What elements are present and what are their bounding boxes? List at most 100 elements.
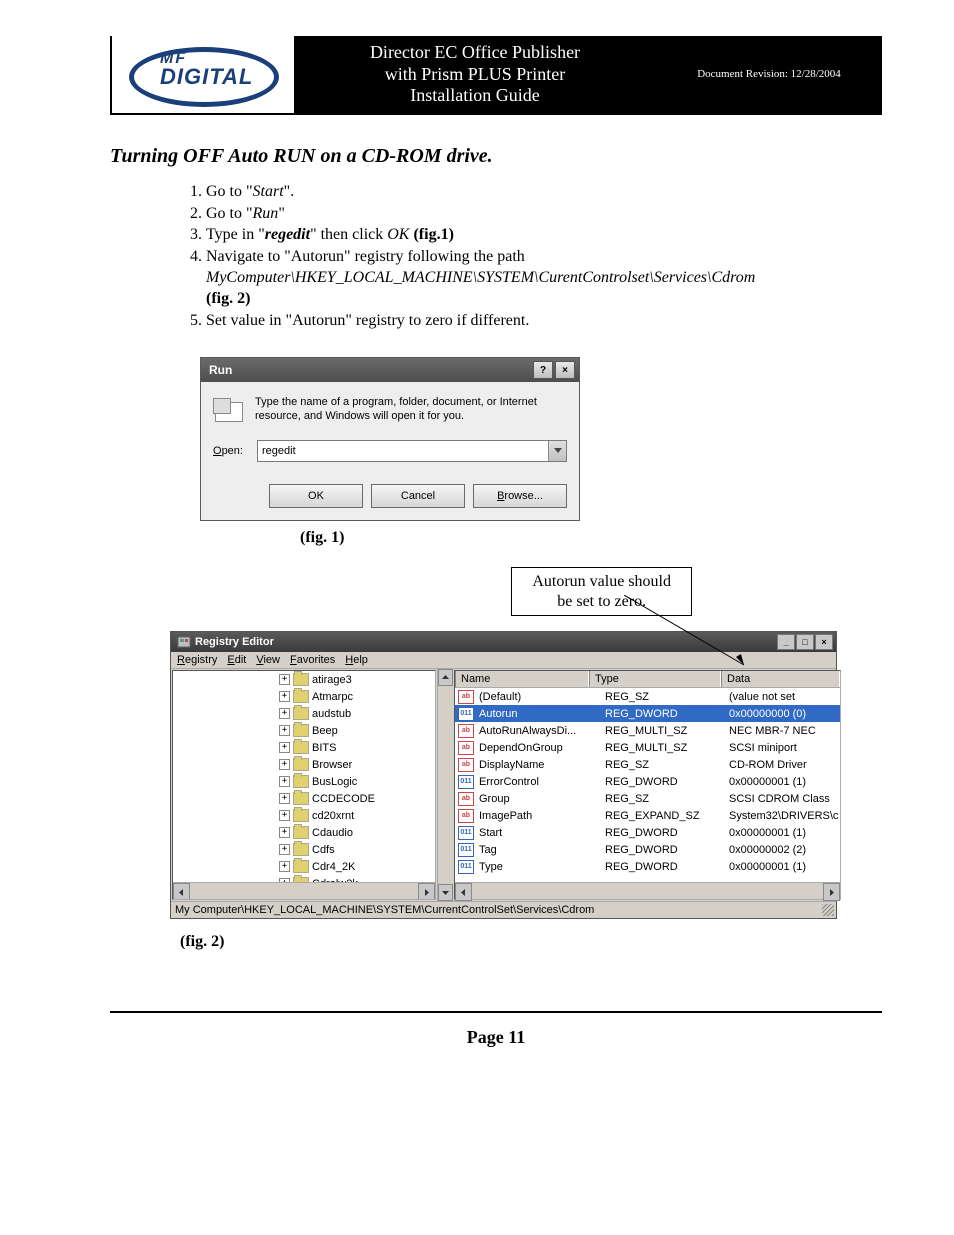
folder-icon	[293, 860, 309, 873]
value-row[interactable]: abGroupREG_SZSCSI CDROM Class	[455, 790, 840, 807]
value-row[interactable]: 011TagREG_DWORD0x00000002 (2)	[455, 841, 840, 858]
expand-icon[interactable]: +	[279, 674, 290, 685]
tree-item[interactable]: +Browser	[173, 756, 435, 773]
vertical-scrollbar[interactable]	[437, 669, 453, 901]
tree-item[interactable]: +BusLogic	[173, 773, 435, 790]
close-icon[interactable]: ×	[555, 361, 575, 379]
menu-edit[interactable]: Edit	[227, 654, 246, 666]
scroll-down-icon[interactable]	[438, 884, 453, 901]
expand-icon[interactable]: +	[279, 742, 290, 753]
cancel-button[interactable]: Cancel	[371, 484, 465, 508]
resize-grip-icon[interactable]	[822, 904, 834, 916]
close-icon[interactable]: ×	[815, 634, 833, 650]
tree-item[interactable]: +cd20xrnt	[173, 807, 435, 824]
expand-icon[interactable]: +	[279, 725, 290, 736]
tree-item[interactable]: +Cdralw2k	[173, 875, 435, 882]
menu-view[interactable]: View	[256, 654, 280, 666]
value-row[interactable]: 011AutorunREG_DWORD0x00000000 (0)	[455, 705, 840, 722]
tree-item[interactable]: +Beep	[173, 722, 435, 739]
string-value-icon: ab	[458, 809, 474, 823]
string-value-icon: ab	[458, 741, 474, 755]
help-icon[interactable]: ?	[533, 361, 553, 379]
tree-item[interactable]: + BITS	[173, 739, 435, 756]
expand-icon[interactable]: +	[279, 691, 290, 702]
tree-item[interactable]: +atirage3	[173, 671, 435, 688]
menu-help[interactable]: Help	[345, 654, 368, 666]
status-path: My Computer\HKEY_LOCAL_MACHINE\SYSTEM\Cu…	[175, 904, 594, 916]
header-title: Director EC Office Publisher with Prism …	[294, 36, 656, 113]
value-data: 0x00000001 (1)	[727, 776, 840, 788]
open-combobox[interactable]	[257, 440, 567, 462]
scroll-up-icon[interactable]	[438, 669, 453, 686]
tree-item[interactable]: +CCDECODE	[173, 790, 435, 807]
expand-icon[interactable]: +	[279, 793, 290, 804]
folder-icon	[293, 690, 309, 703]
section-title: Turning OFF Auto RUN on a CD-ROM drive.	[110, 145, 882, 168]
binary-value-icon: 011	[458, 775, 474, 789]
menu-favorites[interactable]: Favorites	[290, 654, 335, 666]
value-type: REG_SZ	[603, 793, 727, 805]
value-name: AutoRunAlwaysDi...	[477, 725, 603, 737]
expand-icon[interactable]: +	[279, 708, 290, 719]
scroll-right-icon[interactable]	[823, 883, 840, 901]
value-row[interactable]: abDependOnGroupREG_MULTI_SZSCSI miniport	[455, 739, 840, 756]
horizontal-scrollbar[interactable]	[173, 882, 435, 899]
ok-button[interactable]: OK	[269, 484, 363, 508]
col-header-name[interactable]: Name	[455, 671, 589, 687]
value-row[interactable]: ab(Default)REG_SZ(value not set	[455, 688, 840, 705]
tree-item-label: BITS	[312, 742, 336, 754]
step-2: Go to "Run"	[206, 204, 882, 225]
expand-icon[interactable]: +	[279, 844, 290, 855]
string-value-icon: ab	[458, 792, 474, 806]
value-type: REG_SZ	[603, 691, 727, 703]
expand-icon[interactable]: +	[279, 861, 290, 872]
open-input[interactable]	[258, 441, 548, 461]
value-name: Start	[477, 827, 603, 839]
expand-icon[interactable]: +	[279, 810, 290, 821]
run-titlebar[interactable]: Run ? ×	[201, 358, 579, 382]
menu-registry[interactable]: Registry	[177, 654, 217, 666]
value-type: REG_DWORD	[603, 827, 727, 839]
folder-icon	[293, 775, 309, 788]
value-type: REG_SZ	[603, 759, 727, 771]
value-row[interactable]: abImagePathREG_EXPAND_SZSystem32\DRIVERS…	[455, 807, 840, 824]
value-name: ErrorControl	[477, 776, 603, 788]
page-footer: Page 11	[110, 1011, 882, 1048]
tree-item[interactable]: + audstub	[173, 705, 435, 722]
page-header: MF DIGITAL Director EC Office Publisher …	[110, 36, 882, 115]
steps-list: Go to "Start". Go to "Run" Type in "rege…	[180, 182, 882, 332]
scroll-right-icon[interactable]	[418, 883, 435, 900]
scroll-left-icon[interactable]	[173, 883, 190, 900]
binary-value-icon: 011	[458, 860, 474, 874]
value-data: (value not set	[727, 691, 840, 703]
value-row[interactable]: 011TypeREG_DWORD0x00000001 (1)	[455, 858, 840, 875]
tree-item-label: audstub	[312, 708, 351, 720]
folder-icon	[293, 843, 309, 856]
values-horizontal-scrollbar[interactable]	[455, 882, 840, 899]
value-name: Tag	[477, 844, 603, 856]
tree-item[interactable]: +Cdaudio	[173, 824, 435, 841]
minimize-icon[interactable]: _	[777, 634, 795, 650]
tree-item[interactable]: +Atmarpc	[173, 688, 435, 705]
value-row[interactable]: abDisplayNameREG_SZCD-ROM Driver	[455, 756, 840, 773]
scroll-left-icon[interactable]	[455, 883, 472, 901]
regedit-app-icon	[177, 636, 191, 648]
expand-icon[interactable]: +	[279, 776, 290, 787]
registry-tree[interactable]: +atirage3+Atmarpc+audstub+Beep+BITS+Brow…	[172, 670, 436, 900]
browse-button[interactable]: Browse...	[473, 484, 567, 508]
maximize-icon[interactable]: □	[796, 634, 814, 650]
registry-values-pane[interactable]: Name Type Data ab(Default)REG_SZ(value n…	[454, 670, 841, 900]
value-type: REG_DWORD	[603, 708, 727, 720]
chevron-down-icon[interactable]	[548, 441, 566, 461]
value-row[interactable]: abAutoRunAlwaysDi...REG_MULTI_SZNEC MBR-…	[455, 722, 840, 739]
value-data: CD-ROM Driver	[727, 759, 840, 771]
tree-item[interactable]: +Cdfs	[173, 841, 435, 858]
expand-icon[interactable]: +	[279, 827, 290, 838]
tree-item[interactable]: +Cdr4_2K	[173, 858, 435, 875]
value-row[interactable]: 011StartREG_DWORD0x00000001 (1)	[455, 824, 840, 841]
value-row[interactable]: 011ErrorControlREG_DWORD0x00000001 (1)	[455, 773, 840, 790]
folder-icon	[293, 724, 309, 737]
value-type: REG_EXPAND_SZ	[603, 810, 727, 822]
status-bar: My Computer\HKEY_LOCAL_MACHINE\SYSTEM\Cu…	[171, 901, 836, 918]
expand-icon[interactable]: +	[279, 759, 290, 770]
